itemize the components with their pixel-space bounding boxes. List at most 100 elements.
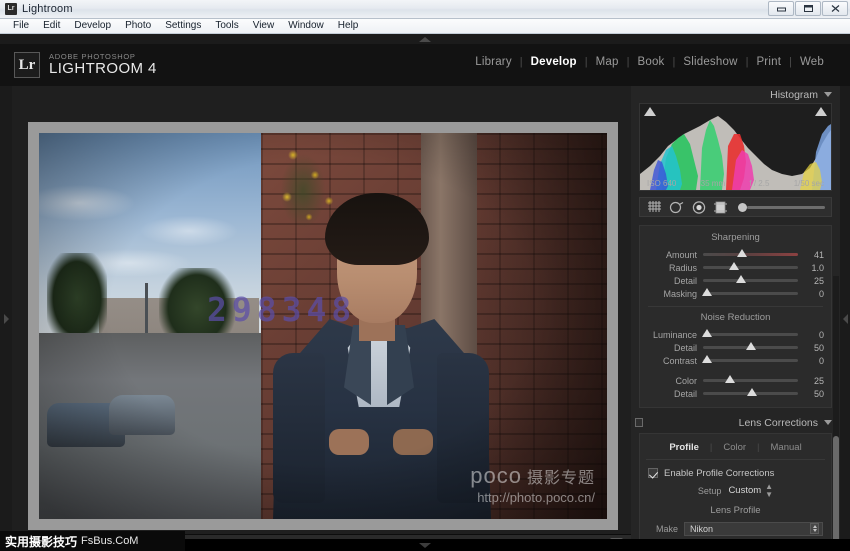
slider-label: Radius (668, 262, 697, 273)
menu-bar: File Edit Develop Photo Settings Tools V… (0, 19, 850, 34)
tab-manual[interactable]: Manual (760, 442, 813, 453)
tab-profile[interactable]: Profile (658, 442, 710, 453)
slider-sharpening-radius[interactable]: Radius 1.0 (640, 261, 831, 274)
histogram-svg (640, 116, 831, 190)
module-web[interactable]: Web (792, 56, 832, 68)
slider-value[interactable]: 25 (798, 276, 824, 286)
setup-value[interactable]: Custom (728, 485, 761, 496)
menu-item-help[interactable]: Help (331, 19, 366, 33)
brush-size-track[interactable] (747, 205, 825, 209)
checkbox-enable-profile-corrections[interactable] (648, 468, 658, 478)
histogram-panel-header[interactable]: Histogram (631, 86, 840, 103)
minimize-button[interactable] (768, 1, 794, 16)
menu-item-file[interactable]: File (6, 19, 36, 33)
slider-nr-color[interactable]: Color 25 (640, 374, 831, 387)
lens-corrections-enable-marker[interactable] (635, 418, 643, 427)
slider-value[interactable]: 41 (798, 250, 824, 260)
chevron-down-icon[interactable] (824, 420, 832, 425)
red-eye-icon[interactable] (690, 200, 707, 214)
slider-value[interactable]: 0 (798, 356, 824, 366)
scrollbar-thumb[interactable] (833, 436, 839, 551)
slider-track[interactable] (703, 249, 798, 257)
slider-handle[interactable] (736, 275, 746, 283)
slider-value[interactable]: 50 (798, 389, 824, 399)
maximize-button[interactable] (795, 1, 821, 16)
slider-track[interactable] (703, 375, 798, 383)
slider-handle[interactable] (747, 388, 758, 396)
slider-value[interactable]: 0 (798, 330, 824, 340)
slider-handle[interactable] (701, 355, 712, 363)
tab-color[interactable]: Color (712, 442, 757, 453)
slider-sharpening-amount[interactable]: Amount 41 (640, 248, 831, 261)
setup-row[interactable]: Setup Custom ▲ ▼ (640, 482, 831, 499)
lens-profile-title: Lens Profile (710, 505, 761, 516)
slider-handle[interactable] (729, 262, 740, 270)
slider-nr-luminance[interactable]: Luminance 0 (640, 328, 831, 341)
lens-make-label: Make (655, 523, 678, 534)
graduated-filter-icon[interactable] (712, 200, 729, 214)
slider-track[interactable] (701, 355, 798, 363)
module-book[interactable]: Book (629, 56, 672, 68)
section-divider (648, 306, 823, 307)
slider-value[interactable]: 25 (798, 376, 824, 386)
spot-removal-icon[interactable] (668, 200, 685, 214)
menu-item-tools[interactable]: Tools (208, 19, 245, 33)
menu-item-develop[interactable]: Develop (67, 19, 118, 33)
right-panel-collapse-strip[interactable] (840, 86, 850, 551)
image-viewer[interactable]: 298348 poco 摄影专题 http://photo.poco.cn/ (12, 86, 631, 534)
app-logo: Lr ADOBE PHOTOSHOP LIGHTROOM 4 (14, 52, 157, 78)
adjustment-brush-size-slider[interactable] (738, 202, 825, 212)
crop-overlay-icon[interactable] (646, 200, 663, 214)
left-panel-collapsed[interactable] (0, 86, 12, 551)
slider-nr-luminance-detail[interactable]: Detail 50 (640, 341, 831, 354)
slider-handle[interactable] (701, 288, 712, 296)
slider-track[interactable] (701, 329, 798, 337)
right-panel: Histogram ISO 640 35 mm f / 2.5 1/50 sec… (631, 86, 840, 551)
setup-stepper-icon[interactable]: ▲ ▼ (765, 482, 773, 499)
slider-track[interactable] (703, 262, 798, 270)
slider-sharpening-masking[interactable]: Masking 0 (640, 287, 831, 300)
shadow-clipping-indicator[interactable] (644, 107, 656, 116)
photo-frame: 298348 poco 摄影专题 http://photo.poco.cn/ (28, 122, 618, 530)
adjustment-brush-icon[interactable] (738, 202, 747, 212)
slider-value[interactable]: 1.0 (798, 263, 824, 273)
slider-track[interactable] (703, 275, 798, 283)
slider-track[interactable] (701, 288, 798, 296)
enable-profile-corrections-row[interactable]: Enable Profile Corrections (640, 466, 831, 480)
chevron-left-icon (842, 313, 848, 324)
module-map[interactable]: Map (588, 56, 627, 68)
slider-value[interactable]: 0 (798, 289, 824, 299)
chevron-down-icon[interactable] (824, 92, 832, 97)
slider-nr-color-detail[interactable]: Detail 50 (640, 387, 831, 400)
lens-make-dropdown[interactable]: Nikon (684, 521, 823, 536)
window-title: Lightroom (22, 3, 73, 15)
module-library[interactable]: Library (467, 56, 520, 68)
top-panel-collapse-strip[interactable] (0, 34, 850, 44)
slider-track[interactable] (703, 342, 798, 350)
module-develop[interactable]: Develop (523, 56, 585, 68)
slider-value[interactable]: 50 (798, 343, 824, 353)
slider-label: Detail (673, 342, 697, 353)
menu-item-photo[interactable]: Photo (118, 19, 158, 33)
lens-make-row[interactable]: Make Nikon (640, 521, 831, 536)
slider-handle[interactable] (724, 375, 735, 383)
slider-handle[interactable] (736, 249, 747, 257)
menu-item-settings[interactable]: Settings (158, 19, 208, 33)
menu-item-edit[interactable]: Edit (36, 19, 67, 33)
close-button[interactable] (822, 1, 848, 16)
slider-handle[interactable] (701, 329, 712, 337)
menu-item-view[interactable]: View (246, 19, 282, 33)
module-slideshow[interactable]: Slideshow (675, 56, 745, 68)
slider-track[interactable] (703, 388, 798, 396)
menu-item-window[interactable]: Window (281, 19, 331, 33)
highlight-clipping-indicator[interactable] (815, 107, 827, 116)
histogram-chart[interactable]: ISO 640 35 mm f / 2.5 1/50 sec (639, 103, 832, 191)
lens-corrections-panel-header[interactable]: Lens Corrections (631, 414, 840, 431)
develop-tool-strip (639, 197, 832, 217)
slider-handle[interactable] (745, 342, 756, 350)
right-panel-scrollbar[interactable] (833, 276, 839, 551)
module-print[interactable]: Print (748, 56, 789, 68)
slider-sharpening-detail[interactable]: Detail 25 (640, 274, 831, 287)
slider-nr-luminance-contrast[interactable]: Contrast 0 (640, 354, 831, 367)
photo-image[interactable]: 298348 poco 摄影专题 http://photo.poco.cn/ (39, 133, 607, 519)
